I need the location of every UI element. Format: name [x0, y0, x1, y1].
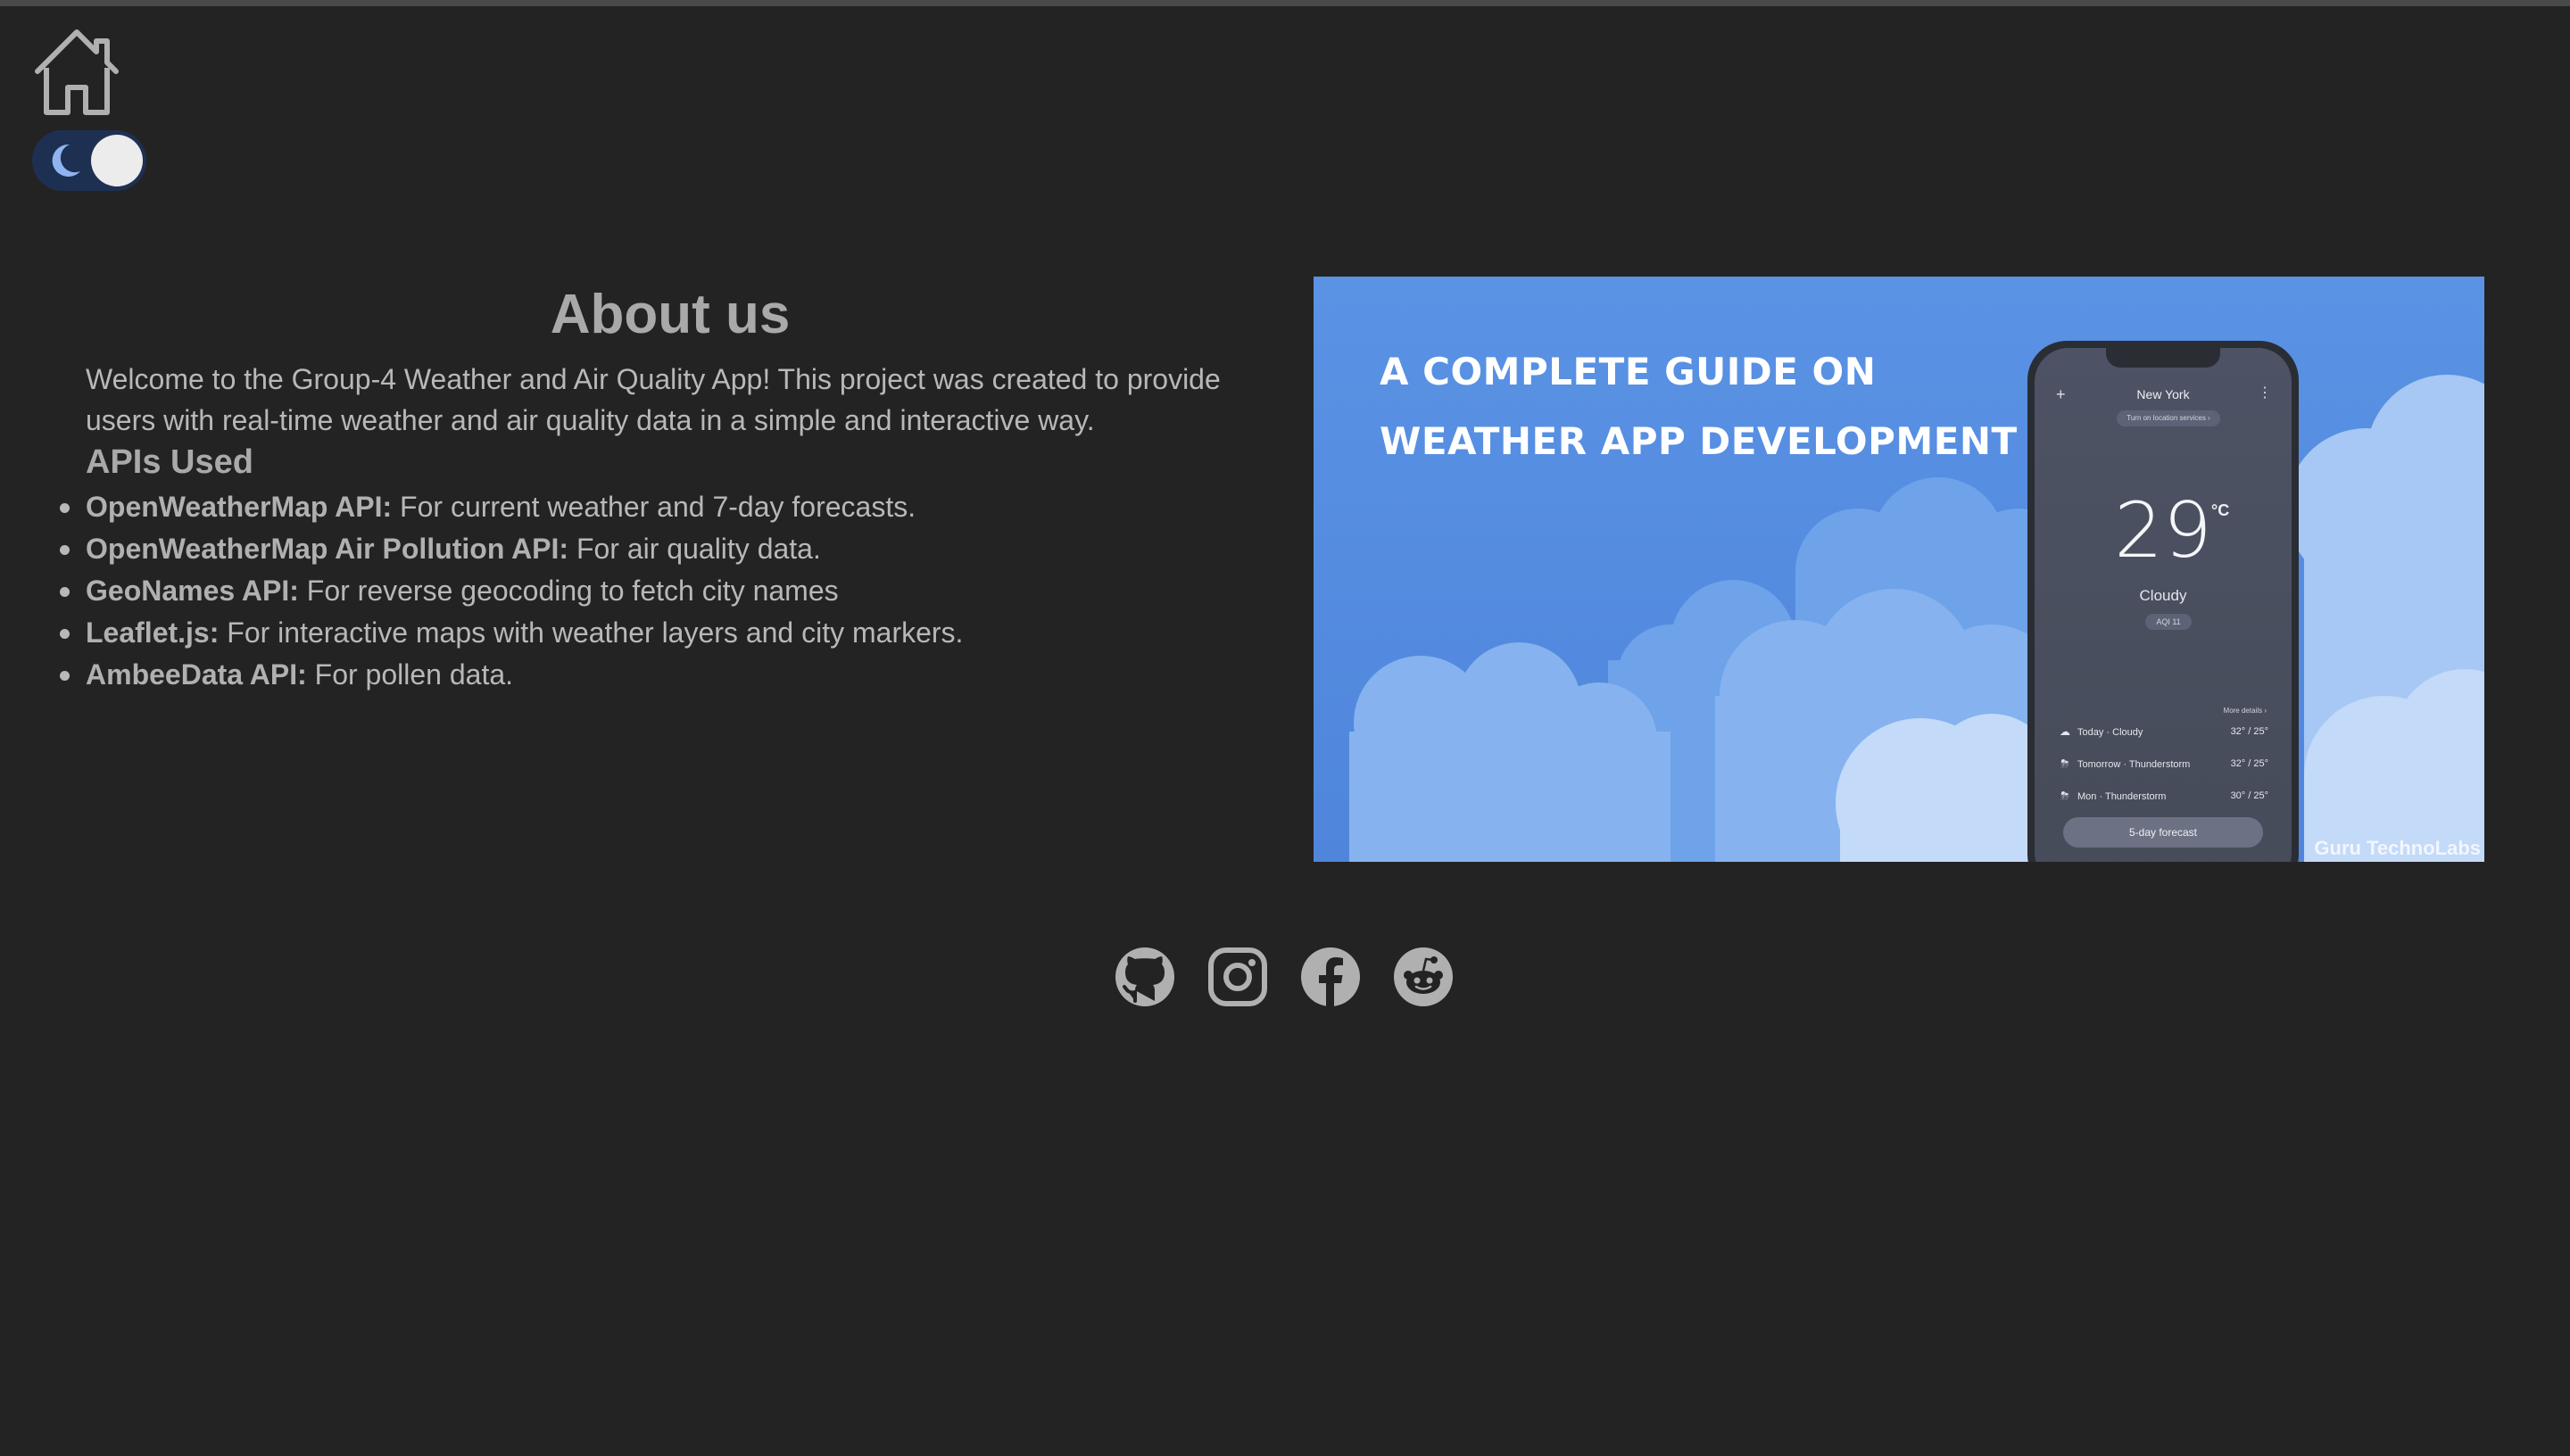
- facebook-link[interactable]: [1299, 946, 1362, 1008]
- phone-location-chip: Turn on location services ›: [2117, 410, 2220, 426]
- banner-title-line1: A COMPLETE GUIDE ON: [1380, 350, 1877, 393]
- banner-image: A COMPLETE GUIDE ON WEATHER APP DEVELOPM…: [1314, 277, 2484, 862]
- list-item: OpenWeatherMap API: For current weather …: [60, 486, 1246, 528]
- intro-text: Welcome to the Group-4 Weather and Air Q…: [86, 363, 1221, 436]
- list-item: AmbeeData API: For pollen data.: [60, 654, 1246, 696]
- api-desc: For reverse geocoding to fetch city name…: [298, 575, 839, 607]
- home-link[interactable]: [32, 25, 121, 118]
- api-name: OpenWeatherMap Air Pollution API:: [86, 533, 569, 565]
- api-desc: For current weather and 7-day forecasts.: [392, 491, 916, 523]
- api-name: OpenWeatherMap API:: [86, 491, 393, 523]
- list-item: OpenWeatherMap Air Pollution API: For ai…: [60, 528, 1246, 570]
- moon-icon: [52, 144, 80, 177]
- apis-heading: APIs Used: [86, 443, 253, 481]
- api-name: GeoNames API:: [86, 575, 299, 607]
- github-icon: [1115, 947, 1174, 1006]
- phone-screen: + ⋮ New York Turn on location services ›…: [2035, 348, 2292, 862]
- instagram-link[interactable]: [1206, 946, 1269, 1008]
- github-link[interactable]: [1114, 946, 1176, 1008]
- phone-forecast-button: 5-day forecast: [2063, 817, 2263, 848]
- phone-mockup: + ⋮ New York Turn on location services ›…: [2027, 341, 2299, 862]
- api-list: OpenWeatherMap API: For current weather …: [60, 486, 1246, 696]
- phone-unit: °C: [2211, 501, 2230, 519]
- reddit-link[interactable]: [1392, 946, 1455, 1008]
- page-title: About us: [550, 284, 791, 345]
- reddit-icon: [1394, 947, 1453, 1006]
- api-desc: For air quality data.: [568, 533, 821, 565]
- top-border: [0, 0, 2570, 6]
- instagram-icon: [1208, 947, 1267, 1006]
- phone-notch: [2106, 348, 2220, 368]
- forecast-row: ⛈ Tomorrow · Thunderstorm 32° / 25°: [2058, 755, 2268, 773]
- phone-condition: Cloudy: [2139, 587, 2187, 604]
- list-item: GeoNames API: For reverse geocoding to f…: [60, 570, 1246, 612]
- phone-more-details: More details ›: [2223, 707, 2267, 715]
- api-name: AmbeeData API:: [86, 658, 307, 691]
- brand-watermark: Guru TechnoLabs: [2314, 837, 2481, 859]
- forecast-label: Mon · Thunderstorm: [2077, 790, 2167, 802]
- home-icon: [35, 29, 119, 115]
- forecast-label: Tomorrow · Thunderstorm: [2077, 758, 2191, 770]
- banner-title: A COMPLETE GUIDE ON WEATHER APP DEVELOPM…: [1380, 337, 2058, 476]
- phone-aqi-badge: AQI 11: [2145, 614, 2192, 630]
- cloud-icon: ☁: [2060, 725, 2070, 738]
- list-item: Leaflet.js: For interactive maps with we…: [60, 612, 1246, 654]
- forecast-temps: 32° / 25°: [2230, 758, 2268, 769]
- forecast-temps: 30° / 25°: [2230, 790, 2268, 801]
- forecast-label: Today · Cloudy: [2077, 727, 2143, 738]
- forecast-row: ⛈ Mon · Thunderstorm 30° / 25°: [2058, 787, 2268, 805]
- phone-city: New York: [2136, 387, 2190, 401]
- forecast-temps: 32° / 25°: [2230, 726, 2268, 737]
- facebook-icon: [1301, 947, 1360, 1006]
- theme-toggle[interactable]: [32, 130, 146, 191]
- thunderstorm-icon: ⛈: [2060, 789, 2069, 802]
- forecast-row: ☁ Today · Cloudy 32° / 25°: [2058, 723, 2268, 740]
- api-desc: For interactive maps with weather layers…: [219, 616, 964, 649]
- thunderstorm-icon: ⛈: [2060, 757, 2069, 770]
- api-desc: For pollen data.: [306, 658, 514, 691]
- banner-title-line2: WEATHER APP DEVELOPMENT: [1380, 419, 2018, 463]
- phone-temperature: 29: [2114, 486, 2212, 575]
- api-name: Leaflet.js:: [86, 616, 220, 649]
- toggle-knob: [91, 135, 143, 186]
